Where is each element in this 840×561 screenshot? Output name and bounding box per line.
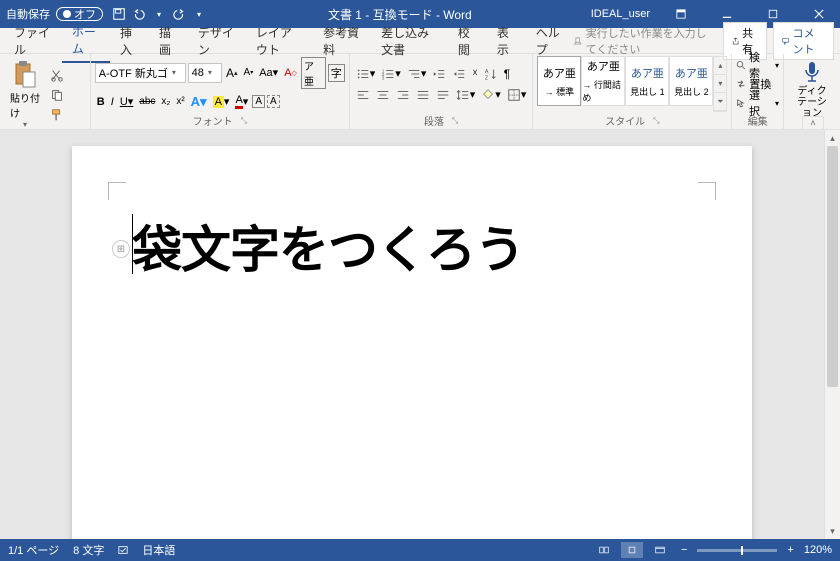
justify-icon[interactable] [414, 86, 432, 104]
tell-me-search[interactable]: 実行したい作業を入力してください [574, 25, 717, 57]
select-button[interactable]: 選択▾ [736, 94, 779, 112]
status-bar: 1/1 ページ 8 文字 日本語 − + 120% [0, 539, 840, 561]
scroll-thumb[interactable] [827, 146, 838, 387]
subscript-button[interactable]: x₂ [159, 94, 172, 109]
group-paragraph: ▾ 123▾ ▾ ☓ AZ ¶ ▾ ▾ ▾ 段落 ⤡ [350, 54, 534, 129]
collapse-ribbon-icon[interactable]: ˄ [802, 116, 824, 130]
page-indicator[interactable]: 1/1 ページ [8, 542, 59, 558]
styles-group-label: スタイル [605, 113, 645, 128]
copy-icon[interactable] [48, 86, 66, 104]
show-marks-icon[interactable]: ¶ [502, 65, 512, 83]
svg-text:3: 3 [382, 75, 385, 80]
find-button[interactable]: 検索▾ [736, 56, 779, 74]
margin-corner-tr [698, 182, 716, 200]
style-heading1[interactable]: あア亜見出し 1 [625, 56, 669, 106]
paragraph-group-label: 段落 [424, 113, 444, 128]
vertical-scrollbar[interactable]: ▴ ▾ [824, 130, 840, 539]
increase-indent-icon[interactable] [450, 65, 468, 83]
char-shading-icon[interactable]: A [252, 95, 265, 108]
shrink-font-icon[interactable]: A▾ [242, 65, 256, 80]
italic-button[interactable]: I [109, 94, 116, 110]
svg-text:Z: Z [485, 75, 489, 81]
zoom-level[interactable]: 120% [804, 544, 832, 556]
align-left-icon[interactable] [354, 86, 372, 104]
change-case-icon[interactable]: Aa▾ [257, 64, 280, 81]
spell-check-icon[interactable] [118, 545, 128, 555]
paragraph-launcher-icon[interactable]: ⤡ [452, 116, 458, 126]
enclose-char-icon[interactable]: 字 [328, 64, 345, 82]
font-name-select[interactable]: A-OTF 新丸ゴ▾ [95, 63, 186, 83]
font-color-icon[interactable]: A▾ [233, 92, 250, 111]
group-clipboard: 貼り付け ▾ クリップボード⤡ [0, 54, 91, 129]
font-launcher-icon[interactable]: ⤡ [241, 116, 247, 126]
scroll-up-icon[interactable]: ▴ [825, 130, 840, 146]
bullets-icon[interactable]: ▾ [354, 65, 378, 83]
print-layout-icon[interactable] [621, 542, 643, 558]
shading-icon[interactable]: ▾ [479, 86, 503, 104]
highlight-icon[interactable]: A▾ [211, 93, 232, 110]
zoom-in-icon[interactable]: + [783, 544, 797, 556]
decrease-indent-icon[interactable] [430, 65, 448, 83]
align-right-icon[interactable] [394, 86, 412, 104]
align-center-icon[interactable] [374, 86, 392, 104]
word-count[interactable]: 8 文字 [73, 542, 104, 558]
cut-icon[interactable] [48, 66, 66, 84]
font-group-label: フォント [193, 113, 233, 128]
line-spacing-icon[interactable]: ▾ [454, 86, 478, 104]
style-normal[interactable]: あア亜→ 標準 [537, 56, 581, 106]
sort-icon[interactable]: AZ [482, 65, 500, 83]
superscript-button[interactable]: x² [174, 94, 186, 109]
group-styles: あア亜→ 標準 あア亜→ 行間詰め あア亜見出し 1 あア亜見出し 2 ▴▾⏷ … [533, 54, 732, 129]
document-page[interactable]: ⊞ 袋文字をつくろう [72, 146, 752, 539]
ribbon: 貼り付け ▾ クリップボード⤡ A-OTF 新丸ゴ▾ 48▾ A▴ A▾ Aa▾… [0, 54, 840, 130]
style-gallery-scroll[interactable]: ▴▾⏷ [713, 56, 727, 112]
user-name[interactable]: IDEAL_user [591, 8, 650, 20]
format-painter-icon[interactable] [48, 106, 66, 124]
zoom-slider[interactable] [697, 549, 777, 552]
bold-button[interactable]: B [95, 94, 107, 110]
style-heading2[interactable]: あア亜見出し 2 [669, 56, 713, 106]
clear-format-icon[interactable]: A◇ [282, 65, 299, 81]
numbering-icon[interactable]: 123▾ [379, 65, 403, 83]
document-text[interactable]: 袋文字をつくろう [132, 210, 524, 282]
font-size-select[interactable]: 48▾ [188, 63, 222, 83]
ribbon-tabs: ファイル ホーム 挿入 描画 デザイン レイアウト 参考資料 差し込み文書 校閲… [0, 28, 840, 54]
language-indicator[interactable]: 日本語 [142, 542, 175, 558]
layout-options-icon[interactable]: ⊞ [112, 240, 130, 258]
text-direction-icon[interactable]: ☓ [470, 66, 479, 81]
phonetic-icon[interactable]: ア亜 [301, 57, 326, 89]
underline-button[interactable]: U▾ [118, 93, 135, 110]
paste-button[interactable]: 貼り付け ▾ [4, 56, 46, 133]
margin-corner-tl [108, 182, 126, 200]
scroll-down-icon[interactable]: ▾ [825, 523, 840, 539]
text-effects-icon[interactable]: A▾ [189, 92, 209, 112]
char-border-icon[interactable]: A [267, 95, 280, 108]
styles-launcher-icon[interactable]: ⤡ [653, 116, 659, 126]
group-font: A-OTF 新丸ゴ▾ 48▾ A▴ A▾ Aa▾ A◇ ア亜 字 B I U▾ … [91, 54, 350, 129]
distribute-icon[interactable] [434, 86, 452, 104]
read-mode-icon[interactable] [593, 542, 615, 558]
editing-group-label: 編集 [748, 113, 768, 128]
strike-button[interactable]: abc [137, 94, 157, 109]
grow-font-icon[interactable]: A▴ [224, 64, 240, 82]
style-no-spacing[interactable]: あア亜→ 行間詰め [581, 56, 625, 106]
zoom-out-icon[interactable]: − [677, 544, 691, 556]
svg-text:A: A [485, 69, 489, 75]
web-layout-icon[interactable] [649, 542, 671, 558]
multilevel-icon[interactable]: ▾ [405, 65, 429, 83]
borders-icon[interactable]: ▾ [505, 86, 529, 104]
group-editing: 検索▾ 置換 選択▾ 編集 [732, 54, 784, 129]
document-area: ˄ ⊞ 袋文字をつくろう ▴ ▾ [0, 130, 840, 539]
